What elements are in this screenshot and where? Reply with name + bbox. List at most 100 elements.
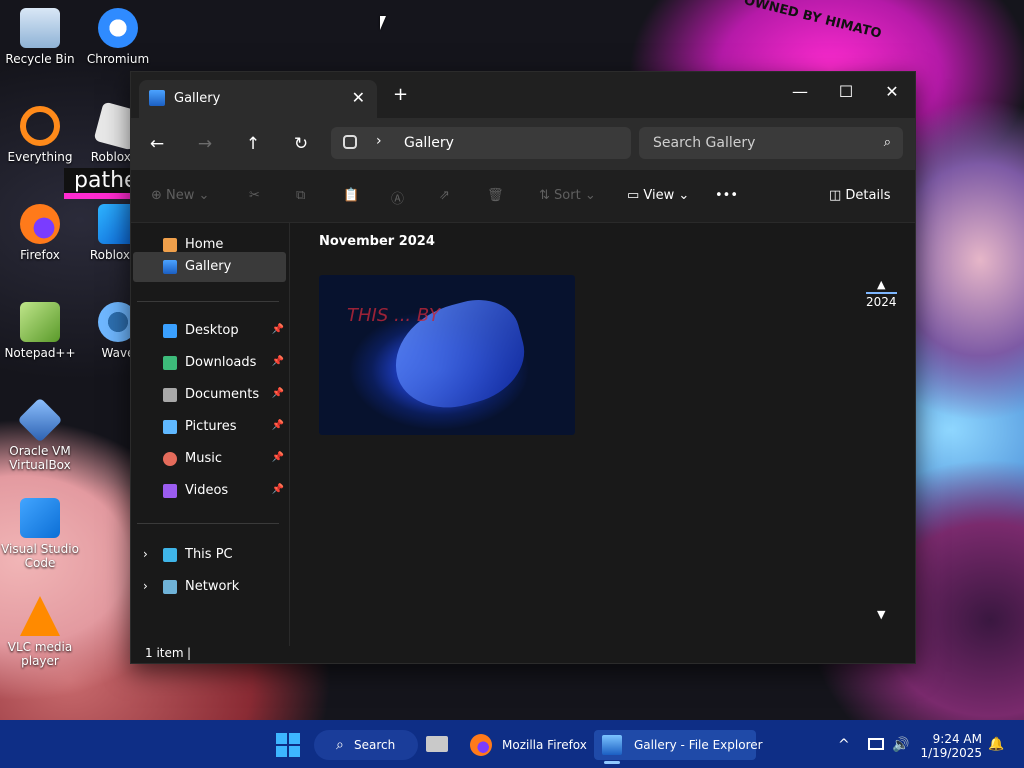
search-icon: ⌕ xyxy=(883,135,891,150)
sidebar-item-music[interactable]: Music 📌 xyxy=(133,444,286,474)
address-bar[interactable]: › Gallery xyxy=(331,127,631,159)
sort-label: Sort xyxy=(554,188,581,203)
desktop-icon-recycle-bin[interactable]: Recycle Bin xyxy=(0,8,80,66)
minimize-button[interactable]: — xyxy=(777,78,823,106)
tab-close-icon[interactable]: ✕ xyxy=(352,88,365,107)
desktop-icon-vscode[interactable]: Visual Studio Code xyxy=(0,498,80,570)
desktop-icon-label: Notepad++ xyxy=(4,346,76,360)
sidebar-item-videos[interactable]: Videos 📌 xyxy=(133,476,286,506)
desktop-icon-firefox[interactable]: Firefox xyxy=(0,204,80,262)
sort-button[interactable]: ⇅ Sort ⌄ xyxy=(539,188,596,203)
sidebar-item-network[interactable]: › Network xyxy=(133,572,286,602)
task-view-icon[interactable] xyxy=(426,730,452,760)
active-indicator xyxy=(604,761,620,764)
taskbar: ⌕ Search Mozilla Firefox Gallery - File … xyxy=(0,720,1024,768)
sidebar-item-label: Gallery xyxy=(185,259,232,274)
navigation-pane: Home Gallery Desktop 📌 Downloads 📌 Docum… xyxy=(131,222,290,646)
paste-icon[interactable]: 📋 xyxy=(343,188,359,203)
expand-chevron-icon[interactable]: › xyxy=(143,547,148,561)
sidebar-item-label: Downloads xyxy=(185,355,257,370)
tray-overflow-button[interactable]: ^ xyxy=(838,730,850,760)
sidebar-item-label: Music xyxy=(185,451,222,466)
new-button[interactable]: ⊕ New ⌄ xyxy=(151,188,209,203)
clock[interactable]: 9:24 AM 1/19/2025 xyxy=(918,730,982,762)
back-button[interactable]: ← xyxy=(145,134,169,154)
chevron-right-icon[interactable]: › xyxy=(376,133,382,149)
search-input[interactable]: Search Gallery ⌕ xyxy=(639,127,903,159)
details-button[interactable]: ◫ Details xyxy=(829,188,891,203)
volume-icon[interactable]: 🔊 xyxy=(892,730,909,760)
desktop-icon-chromium[interactable]: Chromium xyxy=(78,8,158,66)
copy-icon[interactable]: ⧉ xyxy=(296,188,305,203)
sidebar-item-label: Pictures xyxy=(185,419,237,434)
view-button[interactable]: ▭ View ⌄ xyxy=(627,188,689,203)
documents-icon xyxy=(163,388,177,402)
address-location[interactable]: Gallery xyxy=(404,135,454,151)
desktop-icon-label: Firefox xyxy=(20,248,60,262)
this-pc-icon xyxy=(163,548,177,562)
sidebar-item-downloads[interactable]: Downloads 📌 xyxy=(133,348,286,378)
thumbnail-scribble: THIS ... BY xyxy=(347,305,440,326)
task-view-glyph xyxy=(426,736,448,752)
taskbar-search-button[interactable]: ⌕ Search xyxy=(314,730,418,760)
timeline-up-arrow-icon[interactable]: ▲ xyxy=(877,278,885,291)
more-options-button[interactable]: ••• xyxy=(715,188,738,203)
gallery-thumbnail[interactable]: THIS ... BY xyxy=(319,275,575,435)
close-button[interactable]: ✕ xyxy=(869,78,915,106)
details-label: Details xyxy=(845,188,891,203)
firefox-icon xyxy=(470,734,492,756)
command-bar: ⊕ New ⌄ ✂ ⧉ 📋 Ⓐ ⇗ 🗑 ⇅ Sort ⌄ ▭ View ⌄ ••… xyxy=(131,170,915,223)
notification-bell-icon[interactable]: 🔔 xyxy=(988,730,1004,760)
delete-icon[interactable]: 🗑 xyxy=(487,188,504,203)
vlc-cone-icon xyxy=(20,596,60,636)
sidebar-item-gallery[interactable]: Gallery xyxy=(133,252,286,282)
up-button[interactable]: ↑ xyxy=(241,134,265,154)
recycle-bin-icon xyxy=(20,8,60,48)
desktop-icon-label: Visual Studio Code xyxy=(1,542,79,570)
forward-button[interactable]: → xyxy=(193,134,217,154)
desktop-icon-vlc[interactable]: VLC media player xyxy=(0,596,80,668)
refresh-button[interactable]: ↻ xyxy=(289,134,313,154)
sidebar-item-documents[interactable]: Documents 📌 xyxy=(133,380,286,410)
new-label: New xyxy=(166,188,195,203)
start-button[interactable] xyxy=(276,730,302,760)
sidebar-item-label: Videos xyxy=(185,483,229,498)
rename-icon[interactable]: Ⓐ xyxy=(391,188,404,207)
sidebar-item-label: Home xyxy=(185,237,224,252)
network-icon[interactable] xyxy=(868,730,884,760)
taskbar-explorer-button[interactable]: Gallery - File Explorer xyxy=(594,730,763,764)
gallery-location-icon xyxy=(343,135,357,149)
expand-chevron-icon[interactable]: › xyxy=(143,579,148,593)
sidebar-item-label: Desktop xyxy=(185,323,239,338)
sidebar-item-pictures[interactable]: Pictures 📌 xyxy=(133,412,286,442)
desktop-icon-label: Everything xyxy=(7,150,73,164)
status-divider: | xyxy=(187,646,192,660)
videos-icon xyxy=(163,484,177,498)
view-label: View xyxy=(643,188,675,203)
divider xyxy=(137,301,279,302)
cut-icon[interactable]: ✂ xyxy=(249,188,260,203)
share-icon[interactable]: ⇗ xyxy=(439,188,450,203)
desktop-folder-icon xyxy=(163,324,177,338)
clock-date: 1/19/2025 xyxy=(920,746,982,760)
timeline-year[interactable]: 2024 xyxy=(866,292,897,309)
taskbar-explorer-label: Gallery - File Explorer xyxy=(634,738,763,752)
desktop-icon-label: Recycle Bin xyxy=(5,52,75,66)
new-tab-button[interactable]: + xyxy=(393,84,408,105)
pin-icon: 📌 xyxy=(271,324,284,335)
tab-gallery[interactable]: Gallery ✕ xyxy=(139,80,377,118)
gallery-icon xyxy=(163,260,177,274)
desktop-icon-virtualbox[interactable]: Oracle VM VirtualBox xyxy=(0,397,80,472)
search-placeholder: Search Gallery xyxy=(653,135,756,151)
maximize-button[interactable]: ☐ xyxy=(823,78,869,106)
sidebar-item-desktop[interactable]: Desktop 📌 xyxy=(133,316,286,346)
timeline-down-arrow-icon[interactable]: ▼ xyxy=(877,608,885,621)
gallery-icon xyxy=(149,90,165,106)
sidebar-item-this-pc[interactable]: › This PC xyxy=(133,540,286,570)
taskbar-firefox-button[interactable]: Mozilla Firefox xyxy=(462,730,588,760)
date-group-heading: November 2024 xyxy=(319,234,435,249)
desktop-icon-everything[interactable]: Everything xyxy=(0,106,80,164)
desktop-icon-notepadpp[interactable]: Notepad++ xyxy=(0,302,80,360)
taskbar-firefox-label: Mozilla Firefox xyxy=(502,738,587,752)
sidebar-item-label: Network xyxy=(185,579,240,594)
